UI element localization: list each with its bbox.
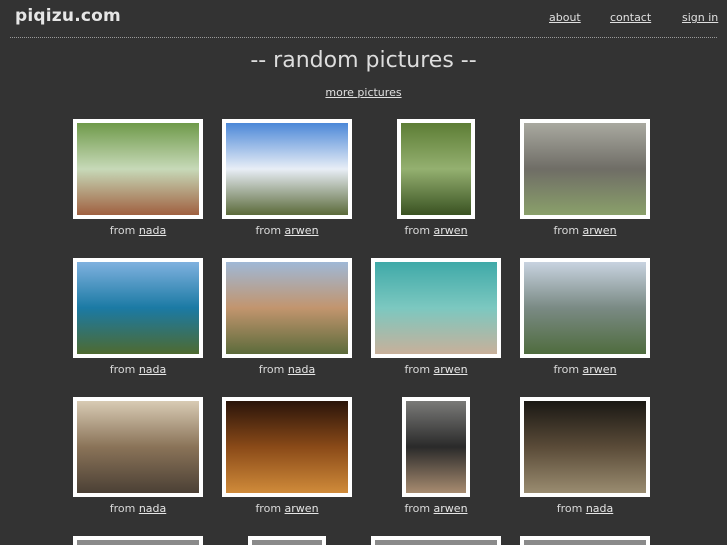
caption-prefix: from xyxy=(404,224,434,237)
caption-user-link[interactable]: nada xyxy=(139,224,166,237)
caption-user-link[interactable]: arwen xyxy=(434,502,468,515)
picture-thumbnail[interactable] xyxy=(520,119,650,219)
picture-image xyxy=(226,401,348,493)
picture-thumbnail[interactable] xyxy=(73,119,203,219)
nav-sign-in-link[interactable]: sign in xyxy=(682,11,718,24)
picture-image xyxy=(77,401,199,493)
nav-contact-link[interactable]: contact xyxy=(610,11,651,24)
picture-caption: from nada xyxy=(63,502,213,515)
caption-prefix: from xyxy=(109,363,139,376)
picture-thumbnail[interactable] xyxy=(397,119,475,219)
picture-caption: from arwen xyxy=(212,502,362,515)
picture-caption: from arwen xyxy=(212,224,362,237)
picture-image xyxy=(226,262,348,354)
caption-user-link[interactable]: arwen xyxy=(434,224,468,237)
site-logo[interactable]: piqizu.com xyxy=(15,6,121,26)
caption-user-link[interactable]: nada xyxy=(288,363,315,376)
caption-user-link[interactable]: arwen xyxy=(434,363,468,376)
picture-thumbnail[interactable] xyxy=(73,536,203,545)
picture-image xyxy=(524,123,646,215)
caption-user-link[interactable]: arwen xyxy=(583,224,617,237)
picture-thumbnail[interactable] xyxy=(520,258,650,358)
caption-prefix: from xyxy=(255,502,285,515)
picture-caption: from nada xyxy=(63,363,213,376)
header-divider xyxy=(10,37,717,38)
picture-image xyxy=(77,262,199,354)
picture-image xyxy=(252,540,322,545)
caption-user-link[interactable]: arwen xyxy=(285,224,319,237)
nav-sign-in[interactable]: sign in xyxy=(682,11,718,24)
caption-user-link[interactable]: nada xyxy=(139,502,166,515)
picture-thumbnail[interactable] xyxy=(520,536,650,545)
caption-prefix: from xyxy=(258,363,288,376)
caption-prefix: from xyxy=(109,502,139,515)
picture-caption: from arwen xyxy=(361,502,511,515)
picture-thumbnail[interactable] xyxy=(402,397,470,497)
picture-image xyxy=(524,540,646,545)
more-pictures-link[interactable]: more pictures xyxy=(325,86,401,99)
picture-image xyxy=(524,401,646,493)
picture-image xyxy=(77,123,199,215)
caption-user-link[interactable]: arwen xyxy=(583,363,617,376)
picture-image xyxy=(406,401,466,493)
caption-prefix: from xyxy=(109,224,139,237)
caption-prefix: from xyxy=(404,502,434,515)
picture-thumbnail[interactable] xyxy=(73,397,203,497)
nav-contact[interactable]: contact xyxy=(610,11,651,24)
caption-user-link[interactable]: nada xyxy=(586,502,613,515)
picture-thumbnail[interactable] xyxy=(371,258,501,358)
picture-thumbnail[interactable] xyxy=(73,258,203,358)
picture-image xyxy=(524,262,646,354)
caption-prefix: from xyxy=(553,224,583,237)
page-heading: -- random pictures -- xyxy=(250,48,477,73)
picture-image xyxy=(77,540,199,545)
picture-caption: from nada xyxy=(510,502,660,515)
picture-caption: from arwen xyxy=(361,363,511,376)
picture-caption: from arwen xyxy=(361,224,511,237)
caption-prefix: from xyxy=(553,363,583,376)
picture-thumbnail[interactable] xyxy=(520,397,650,497)
picture-thumbnail[interactable] xyxy=(222,397,352,497)
picture-image xyxy=(375,262,497,354)
picture-thumbnail[interactable] xyxy=(222,258,352,358)
picture-thumbnail[interactable] xyxy=(248,536,326,545)
picture-caption: from nada xyxy=(212,363,362,376)
picture-caption: from nada xyxy=(63,224,213,237)
picture-image xyxy=(226,123,348,215)
caption-prefix: from xyxy=(556,502,586,515)
picture-thumbnail[interactable] xyxy=(371,536,501,545)
caption-user-link[interactable]: nada xyxy=(139,363,166,376)
caption-user-link[interactable]: arwen xyxy=(285,502,319,515)
picture-caption: from arwen xyxy=(510,363,660,376)
nav-about-link[interactable]: about xyxy=(549,11,581,24)
caption-prefix: from xyxy=(404,363,434,376)
picture-caption: from arwen xyxy=(510,224,660,237)
picture-thumbnail[interactable] xyxy=(222,119,352,219)
picture-image xyxy=(401,123,471,215)
more-pictures: more pictures xyxy=(0,86,727,99)
nav-about[interactable]: about xyxy=(549,11,581,24)
picture-image xyxy=(375,540,497,545)
caption-prefix: from xyxy=(255,224,285,237)
